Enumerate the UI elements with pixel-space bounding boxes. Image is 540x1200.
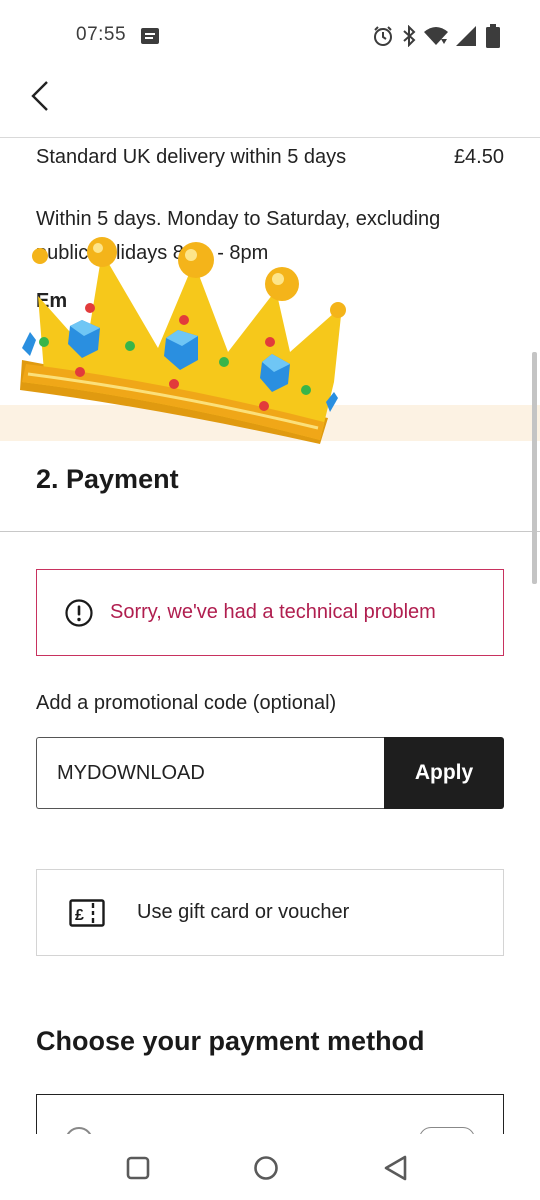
payment-method-logo [419,1127,475,1134]
signal-icon [456,26,476,46]
payment-method-heading: Choose your payment method [36,1026,425,1056]
message-icon [141,28,159,44]
home-circle-icon[interactable] [252,1154,280,1182]
crown-sticker [20,237,346,444]
battery-icon [486,24,500,48]
system-nav-bar [0,1134,540,1200]
payment-divider [0,531,540,532]
gift-card-label: Use gift card or voucher [137,901,350,923]
delivery-description-line1: Within 5 days. Monday to Saturday, exclu… [36,208,441,230]
error-alert: Sorry, we've had a technical problem [36,569,504,656]
scrollbar[interactable] [532,352,537,584]
payment-heading: 2. Payment [36,464,179,494]
status-bar: 07:55 [0,0,540,72]
back-triangle-icon[interactable] [382,1154,410,1182]
bluetooth-icon [403,25,416,47]
wifi-icon [424,27,448,45]
header-divider [0,137,540,138]
svg-text:£: £ [75,907,84,924]
delivery-option[interactable]: Standard UK delivery within 5 days £4.50 [36,146,504,169]
status-icons [372,23,500,49]
recents-square-icon[interactable] [124,1154,152,1182]
gift-card-icon: £ [69,898,105,927]
back-button[interactable] [20,76,60,116]
chevron-left-icon [31,81,48,111]
payment-method-option[interactable] [36,1094,504,1134]
status-time: 07:55 [76,24,127,45]
exclamation-circle-icon [65,598,93,627]
payment-method-radio[interactable] [65,1127,93,1134]
alarm-icon [374,26,392,46]
apply-button[interactable]: Apply [384,737,504,809]
gift-card-button[interactable]: £ Use gift card or voucher [36,869,504,956]
promo-code-label: Add a promotional code (optional) [36,692,337,714]
delivery-option-price: £4.50 [453,146,504,168]
delivery-option-label: Standard UK delivery within 5 days [36,146,347,168]
promo-code-input[interactable] [36,737,384,809]
error-message: Sorry, we've had a technical problem [110,601,436,623]
